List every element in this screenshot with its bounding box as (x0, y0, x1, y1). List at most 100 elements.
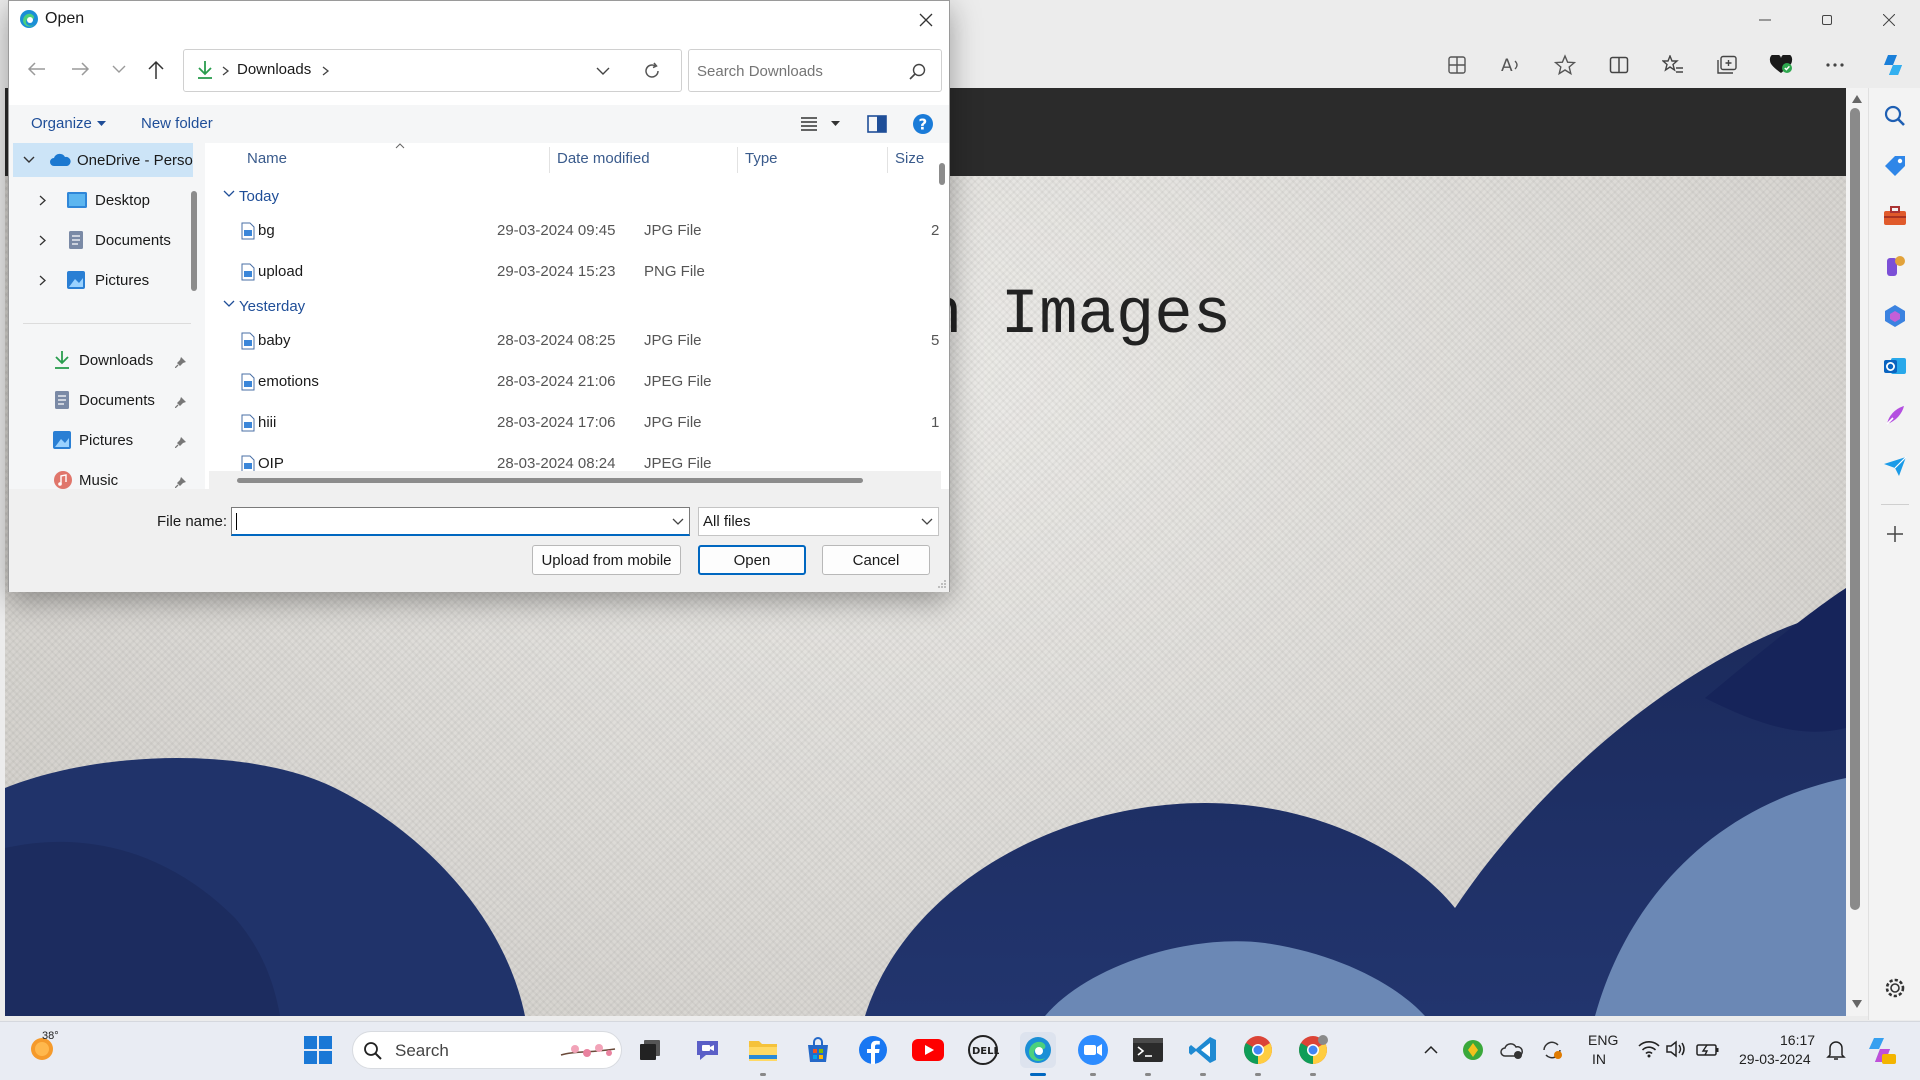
zoom-icon[interactable] (1075, 1032, 1111, 1068)
taskbar-search-box[interactable]: Search (352, 1031, 622, 1069)
collapsed-chevron-icon[interactable] (39, 195, 47, 206)
group-header-yesterday[interactable]: Yesterday (239, 298, 305, 315)
column-header-name[interactable]: Name (247, 143, 287, 175)
wifi-icon[interactable] (1638, 1040, 1660, 1058)
resize-grip-icon[interactable] (937, 579, 947, 589)
file-row-emotions[interactable]: emotions 28-03-2024 21:06 JPEG File (209, 362, 931, 402)
tools-icon[interactable] (1881, 202, 1909, 230)
microsoft-store-icon[interactable] (800, 1032, 836, 1068)
games-icon[interactable] (1881, 252, 1909, 280)
cancel-button[interactable]: Cancel (822, 545, 930, 575)
copilot-preview-icon[interactable] (1864, 1034, 1896, 1066)
recent-locations-chevron-icon[interactable] (112, 65, 126, 75)
quick-documents[interactable]: Documents (53, 384, 155, 416)
search-icon[interactable] (1881, 102, 1909, 130)
quick-music[interactable]: Music (53, 464, 118, 489)
filter-dropdown-icon[interactable] (921, 518, 933, 526)
microsoft365-icon[interactable] (1881, 302, 1909, 330)
collapsed-chevron-icon[interactable] (39, 235, 47, 246)
add-icon[interactable] (1881, 520, 1909, 548)
sync-status-icon[interactable] (1540, 1039, 1564, 1061)
apps-icon[interactable] (1430, 48, 1484, 82)
page-scroll-thumb[interactable] (1850, 108, 1860, 910)
clock-time[interactable]: 16:17 (1780, 1032, 1815, 1048)
read-aloud-icon[interactable]: A (1484, 48, 1538, 82)
favorites-list-icon[interactable] (1646, 48, 1700, 82)
split-screen-icon[interactable] (1592, 48, 1646, 82)
settings-gear-icon[interactable] (1881, 974, 1909, 1002)
refresh-icon[interactable] (642, 61, 662, 81)
search-icon[interactable] (909, 63, 927, 81)
file-row-upload[interactable]: upload 29-03-2024 15:23 PNG File (209, 252, 931, 292)
column-separator[interactable] (887, 147, 888, 173)
terminal-icon[interactable] (1130, 1032, 1166, 1068)
designer-icon[interactable] (1881, 402, 1909, 430)
address-bar[interactable]: Downloads (183, 49, 682, 92)
nav-desktop[interactable]: Desktop (39, 184, 150, 216)
column-separator[interactable] (737, 147, 738, 173)
language-indicator-top[interactable]: ENG (1588, 1032, 1618, 1048)
minimize-button[interactable] (1734, 0, 1796, 40)
restore-button[interactable] (1796, 0, 1858, 40)
file-list-vscroll-thumb[interactable] (939, 163, 945, 185)
group-collapse-chevron-icon[interactable] (223, 190, 235, 198)
group-header-today[interactable]: Today (239, 188, 279, 205)
task-view-icon[interactable] (632, 1032, 668, 1068)
help-icon[interactable]: ? (912, 113, 934, 135)
expanded-chevron-icon[interactable] (23, 155, 35, 165)
file-list-hscroll-thumb[interactable] (237, 478, 863, 483)
shopping-tag-icon[interactable] (1881, 152, 1909, 180)
address-dropdown-chevron-icon[interactable] (596, 67, 610, 76)
nav-documents[interactable]: Documents (39, 224, 171, 256)
breadcrumb-downloads[interactable]: Downloads (237, 61, 311, 78)
nav-pane-scrollbar[interactable] (191, 191, 197, 291)
pin-icon[interactable] (175, 436, 187, 448)
show-hidden-icons-chevron-icon[interactable] (1424, 1045, 1438, 1054)
file-explorer-icon[interactable] (745, 1032, 781, 1068)
pin-icon[interactable] (175, 476, 187, 488)
pin-icon[interactable] (175, 356, 187, 368)
organize-dropdown-icon[interactable] (97, 121, 106, 127)
clock-date[interactable]: 29-03-2024 (1739, 1051, 1811, 1067)
column-header-type[interactable]: Type (745, 143, 778, 175)
file-name-field[interactable] (231, 507, 690, 536)
dell-icon[interactable]: DELL (965, 1032, 1001, 1068)
forward-arrow-icon[interactable] (70, 61, 90, 77)
collapsed-chevron-icon[interactable] (39, 275, 47, 286)
organize-menu[interactable]: Organize (31, 115, 92, 132)
language-indicator-bottom[interactable]: IN (1592, 1051, 1606, 1067)
group-collapse-chevron-icon[interactable] (223, 300, 235, 308)
up-arrow-icon[interactable] (147, 60, 165, 80)
breadcrumb-separator-icon[interactable] (322, 66, 330, 76)
copilot-icon[interactable] (1876, 50, 1910, 80)
outlook-icon[interactable] (1881, 352, 1909, 380)
new-folder-button[interactable]: New folder (141, 115, 213, 132)
pin-icon[interactable] (175, 396, 187, 408)
view-details-icon[interactable] (801, 117, 817, 131)
chrome-icon[interactable] (1240, 1032, 1276, 1068)
column-separator[interactable] (549, 147, 550, 173)
chrome-profile-icon[interactable] (1295, 1032, 1331, 1068)
favorite-star-icon[interactable] (1538, 48, 1592, 82)
youtube-icon[interactable] (910, 1032, 946, 1068)
file-type-filter-select[interactable]: All files (698, 507, 939, 536)
dialog-close-button[interactable] (903, 1, 949, 39)
security-tray-icon[interactable] (1462, 1039, 1484, 1061)
browser-essentials-icon[interactable] (1754, 48, 1808, 82)
file-row-baby[interactable]: baby 28-03-2024 08:25 JPG File 5 (209, 321, 939, 361)
send-icon[interactable] (1881, 452, 1909, 480)
edge-taskbar-icon[interactable] (1020, 1032, 1056, 1068)
quick-downloads[interactable]: Downloads (53, 344, 153, 376)
open-button[interactable]: Open (698, 545, 806, 575)
browser-close-button[interactable] (1858, 0, 1920, 40)
scroll-down-icon[interactable] (1852, 1000, 1862, 1008)
upload-from-mobile-button[interactable]: Upload from mobile (532, 545, 681, 575)
onedrive-sync-icon[interactable] (1500, 1040, 1524, 1060)
file-name-dropdown-icon[interactable] (672, 518, 684, 526)
file-row-hiii[interactable]: hiii 28-03-2024 17:06 JPG File 1 (209, 403, 939, 443)
notification-bell-icon[interactable] (1826, 1039, 1846, 1061)
volume-icon[interactable] (1666, 1040, 1688, 1058)
battery-icon[interactable] (1696, 1040, 1720, 1058)
column-header-date[interactable]: Date modified (557, 143, 650, 175)
nav-onedrive[interactable]: OneDrive - Perso (23, 144, 193, 176)
